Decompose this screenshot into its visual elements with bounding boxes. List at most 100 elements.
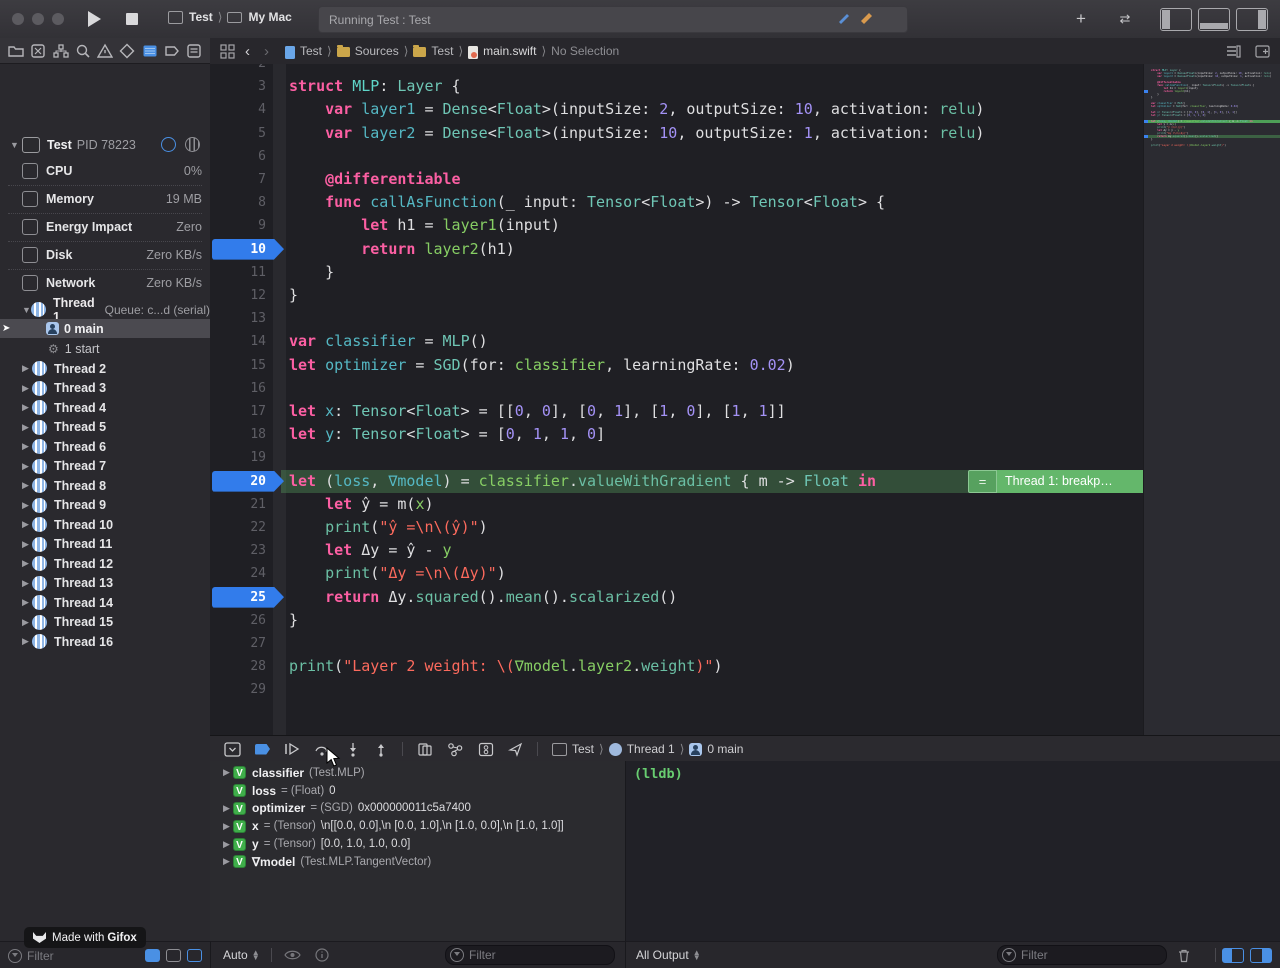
library-button[interactable]: + — [1066, 7, 1096, 31]
code-line[interactable]: 27 — [210, 632, 1280, 655]
variable-row[interactable]: ▶Vclassifier(Test.MLP) — [210, 764, 625, 782]
debug-navigator-icon[interactable] — [142, 43, 158, 59]
code-line[interactable]: 23 let Δy = ŷ - y — [210, 539, 1280, 562]
quick-look-eye-icon[interactable] — [284, 949, 301, 961]
disclosure-triangle-icon[interactable]: ▶ — [223, 856, 233, 867]
code-line[interactable]: 28print("Layer 2 weight: \(∇model.layer2… — [210, 655, 1280, 678]
variables-filter-field[interactable]: Filter — [445, 945, 615, 965]
thread-row[interactable]: ▶Thread 10 — [0, 515, 210, 534]
minimize-window-icon[interactable] — [32, 13, 44, 25]
line-number[interactable]: 6 — [210, 145, 266, 168]
toggle-navigator-button[interactable] — [1160, 8, 1192, 31]
line-number[interactable]: 8 — [210, 191, 266, 214]
filter-toggle-1-icon[interactable] — [145, 949, 160, 962]
step-out-icon[interactable] — [374, 742, 388, 757]
thread-row[interactable]: ▶Thread 3 — [0, 379, 210, 398]
navigator-filter-input[interactable]: Filter — [27, 949, 54, 963]
thread-row[interactable]: ▶Thread 14 — [0, 593, 210, 612]
code-line[interactable]: 8 func callAsFunction(_ input: Tensor<Fl… — [210, 191, 1280, 214]
code-line[interactable]: 15let optimizer = SGD(for: classifier, l… — [210, 354, 1280, 377]
symbol-navigator-icon[interactable] — [53, 43, 69, 59]
line-number[interactable]: 4 — [210, 98, 266, 121]
debug-crumb-frame[interactable]: 0 main — [689, 742, 743, 756]
line-number[interactable]: 26 — [210, 609, 266, 632]
thread-row[interactable]: ▶Thread 16 — [0, 632, 210, 651]
info-icon[interactable] — [315, 948, 329, 962]
show-variables-view-toggle[interactable] — [1222, 948, 1244, 963]
related-items-icon[interactable] — [220, 44, 235, 59]
code-line[interactable]: 11 } — [210, 261, 1280, 284]
variables-scope-select[interactable]: Auto — [223, 948, 248, 962]
code-line[interactable]: 22 print("ŷ =\n\(ŷ)") — [210, 516, 1280, 539]
code-line[interactable]: 13 — [210, 307, 1280, 330]
code-line[interactable]: 6 — [210, 145, 1280, 168]
scheme-selector[interactable]: Test ⟩ My Mac — [168, 10, 292, 24]
breadcrumb-selection[interactable]: No Selection — [551, 44, 619, 58]
thread-row[interactable]: ▶Thread 7 — [0, 457, 210, 476]
code-line[interactable]: 7 @differentiable — [210, 168, 1280, 191]
disclosure-triangle-icon[interactable]: ▶ — [223, 803, 233, 814]
run-button[interactable] — [78, 7, 110, 31]
stack-frame-row[interactable]: ⚙1 start — [0, 339, 210, 358]
code-line[interactable]: 25 return Δy.squared().mean().scalarized… — [210, 586, 1280, 609]
code-line[interactable]: 5 var layer2 = Dense<Float>(inputSize: 1… — [210, 122, 1280, 145]
code-line[interactable]: 17let x: Tensor<Float> = [[0, 0], [0, 1]… — [210, 400, 1280, 423]
thread-row[interactable]: ▶Thread 11 — [0, 535, 210, 554]
line-number[interactable]: 25 — [210, 586, 266, 609]
test-navigator-icon[interactable] — [119, 43, 135, 59]
line-number[interactable]: 27 — [210, 632, 266, 655]
scheme-name[interactable]: Test — [189, 10, 213, 24]
line-number[interactable]: 16 — [210, 377, 266, 400]
line-number[interactable]: 2 — [210, 64, 266, 75]
columns-icon[interactable] — [185, 137, 200, 152]
thread-row[interactable]: ▶Thread 13 — [0, 574, 210, 593]
add-editor-icon[interactable] — [1255, 45, 1270, 58]
thread-row[interactable]: ▶Thread 9 — [0, 496, 210, 515]
line-number[interactable]: 28 — [210, 655, 266, 678]
simulate-location-icon[interactable] — [508, 742, 523, 757]
annotation-equals-button[interactable]: = — [968, 470, 997, 493]
source-control-navigator-icon[interactable] — [30, 43, 46, 59]
thread-row[interactable]: ▶Thread 12 — [0, 554, 210, 573]
code-line[interactable]: 10 return layer2(h1) — [210, 238, 1280, 261]
hide-debug-area-icon[interactable] — [224, 742, 241, 757]
toggle-debug-area-button[interactable] — [1198, 8, 1230, 31]
close-window-icon[interactable] — [12, 13, 24, 25]
disclosure-triangle-icon[interactable]: ▶ — [223, 767, 233, 778]
line-number[interactable]: 22 — [210, 516, 266, 539]
issue-navigator-icon[interactable] — [97, 43, 113, 59]
code-line[interactable]: 24 print("Δy =\n\(Δy)") — [210, 562, 1280, 585]
debug-memory-graph-icon[interactable] — [447, 742, 464, 757]
debug-view-hierarchy-icon[interactable] — [417, 742, 433, 757]
clear-console-trash-icon[interactable] — [1177, 948, 1191, 963]
minimap[interactable]: struct MLP: Layer { var layer1 = Dense<F… — [1143, 64, 1280, 735]
debug-crumb-thread[interactable]: Thread 1 — [609, 742, 675, 756]
line-number[interactable]: 29 — [210, 678, 266, 701]
pie-chart-icon[interactable] — [161, 137, 176, 152]
line-number[interactable]: 15 — [210, 354, 266, 377]
destination-name[interactable]: My Mac — [248, 10, 291, 24]
console-filter-field[interactable]: Filter — [997, 945, 1167, 965]
gauge-row-memory[interactable]: Memory19 MB — [0, 185, 210, 213]
breakpoints-toggle-icon[interactable] — [255, 744, 270, 755]
editor-options-icon[interactable] — [1226, 45, 1241, 58]
variable-row[interactable]: ▶V∇model(Test.MLP.TangentVector) — [210, 853, 625, 871]
line-number[interactable]: 12 — [210, 284, 266, 307]
code-line[interactable]: 16 — [210, 377, 1280, 400]
line-number[interactable]: 10 — [210, 238, 266, 261]
toggle-inspector-button[interactable] — [1236, 8, 1268, 31]
continue-execution-icon[interactable] — [284, 742, 300, 756]
report-navigator-icon[interactable] — [186, 43, 202, 59]
line-number[interactable]: 5 — [210, 122, 266, 145]
find-navigator-icon[interactable] — [75, 43, 91, 59]
breakpoint-navigator-icon[interactable] — [164, 43, 180, 59]
gauge-row-cpu[interactable]: CPU0% — [0, 157, 210, 185]
zoom-window-icon[interactable] — [52, 13, 64, 25]
console-output[interactable]: (lldb) — [625, 761, 1280, 941]
disclosure-triangle-icon[interactable]: ▶ — [223, 821, 233, 832]
code-line[interactable]: 18let y: Tensor<Float> = [0, 1, 1, 0] — [210, 423, 1280, 446]
line-number[interactable]: 11 — [210, 261, 266, 284]
code-line[interactable]: 19 — [210, 446, 1280, 469]
thread-row[interactable]: ▶Thread 2 — [0, 359, 210, 378]
filter-toggle-3-icon[interactable] — [187, 949, 202, 962]
